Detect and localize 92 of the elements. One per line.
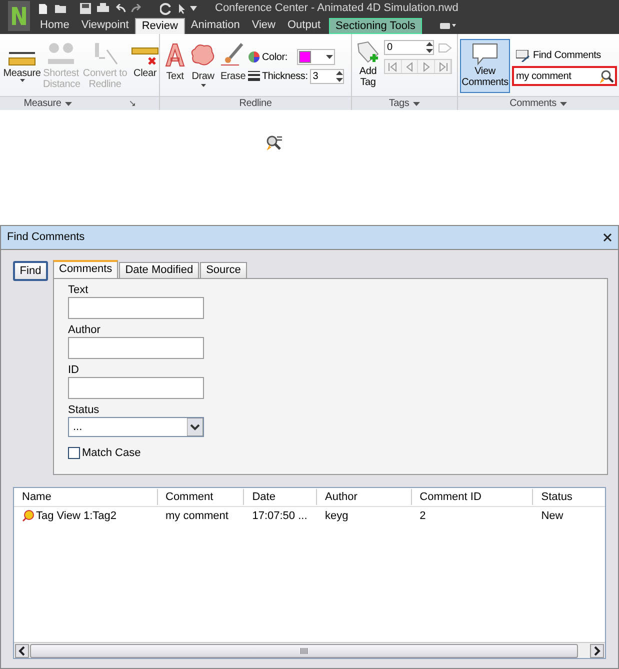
spin-arrows-icon [336, 71, 343, 82]
caret-icon[interactable] [200, 84, 206, 87]
ribbon-tab[interactable]: Output [282, 18, 327, 34]
search-icon [266, 135, 284, 151]
input-field[interactable] [68, 337, 204, 359]
group-label: Measure [24, 97, 62, 111]
window-title: Conference Center - Animated 4D Simulation.nwd [215, 1, 458, 16]
scroll-right-icon[interactable] [590, 644, 604, 658]
caret-icon[interactable] [65, 102, 72, 106]
color-label: Color: [262, 50, 288, 64]
find-button[interactable]: Find [13, 261, 48, 281]
dialog-tab[interactable]: Source [200, 262, 247, 278]
app-logo-icon[interactable] [8, 1, 30, 31]
ribbon-tab[interactable]: Sectioning Tools [328, 18, 422, 34]
caret-icon[interactable] [560, 102, 568, 106]
view-comments-button[interactable]: View Comments [460, 39, 510, 93]
letter-a-icon [164, 43, 186, 67]
table-cell-text: 2 [420, 508, 426, 524]
dialog-tab[interactable]: Date Modified [119, 262, 200, 278]
column-header[interactable]: Comment [158, 489, 244, 505]
color-wheel-icon [248, 51, 260, 63]
cloud-icon [190, 43, 216, 67]
first-tag-icon[interactable] [386, 60, 399, 72]
ribbon-button[interactable]: Erase [220, 69, 246, 84]
print-icon[interactable] [97, 3, 109, 14]
column-header[interactable]: Author [316, 489, 412, 505]
scroll-thumb[interactable] [30, 644, 578, 658]
checkbox-label: Match Case [82, 446, 141, 461]
dialog-launcher-icon[interactable] [130, 101, 136, 106]
speech-bubble-icon [471, 42, 499, 66]
column-header[interactable]: Comment ID [412, 489, 534, 505]
table-cell-text: 17:07:50 ... [252, 508, 308, 524]
refresh-icon[interactable] [160, 2, 172, 14]
caret-icon [326, 55, 334, 59]
thickness-spinner[interactable]: 3 [310, 69, 344, 84]
undo-icon[interactable] [115, 4, 126, 13]
comment-pin-icon [22, 510, 34, 522]
camera-icon[interactable] [440, 23, 456, 29]
tag-number-spinner[interactable]: 0 [384, 40, 434, 55]
folder-icon[interactable] [54, 3, 68, 14]
input-field[interactable] [68, 297, 204, 319]
field-label: Text [68, 283, 90, 297]
group-label: Tags [388, 97, 410, 111]
ribbon-button[interactable]: Clear [132, 68, 158, 79]
scroll-left-icon[interactable] [15, 644, 29, 658]
grip-icon [300, 648, 308, 654]
table-cell-text: my comment [166, 508, 228, 524]
new-file-icon[interactable] [38, 2, 48, 14]
group-label: Comments [510, 97, 556, 111]
dialog-tab[interactable]: Comments [53, 260, 118, 278]
comment-search-field[interactable]: my comment [512, 66, 617, 86]
save-icon[interactable] [80, 3, 91, 14]
color-dropdown[interactable] [297, 49, 336, 65]
column-header[interactable]: Date [244, 489, 317, 505]
group-label: Redline [239, 97, 272, 111]
find-comment-icon [516, 50, 530, 62]
ribbon-button[interactable]: Draw [192, 69, 214, 84]
table-cell-text: Tag View 1:Tag2 [36, 508, 117, 524]
ribbon-button[interactable]: Add Tag [356, 66, 380, 88]
column-header[interactable]: Name [14, 489, 158, 505]
table-cell-text: New [541, 508, 564, 524]
status-dropdown[interactable]: ... [68, 417, 204, 437]
caret-icon[interactable] [413, 102, 420, 106]
line-weight-icon [248, 71, 260, 82]
brush-icon [220, 43, 246, 67]
field-label: Status [68, 403, 100, 417]
dialog-title: Find Comments [7, 230, 85, 246]
redo-icon[interactable] [131, 4, 142, 13]
input-field[interactable] [68, 377, 204, 399]
ribbon-button[interactable]: Measure [3, 68, 41, 79]
caret-icon[interactable] [20, 79, 24, 82]
close-icon[interactable] [603, 233, 612, 242]
ribbon-tab[interactable]: Review [134, 18, 185, 34]
tag-add-icon [356, 40, 380, 64]
ribbon-button[interactable]: Text [166, 69, 184, 84]
ribbon-tab[interactable]: Viewpoint [75, 18, 135, 34]
horizontal-scrollbar[interactable] [14, 642, 605, 658]
caret-icon[interactable] [190, 6, 197, 11]
search-icon[interactable] [600, 69, 614, 83]
field-label: Author [68, 323, 102, 337]
ribbon-tab[interactable]: Home [34, 18, 76, 34]
caret-icon [187, 418, 203, 436]
checkbox[interactable] [68, 447, 80, 460]
table-cell-text: keyg [324, 508, 348, 524]
ribbon-tab[interactable]: View [246, 18, 282, 34]
thickness-label: Thickness: [262, 70, 308, 84]
ribbon-tab[interactable]: Animation [184, 18, 246, 34]
cursor-icon[interactable] [178, 2, 186, 14]
find-comments-label[interactable]: Find Comments [533, 48, 601, 63]
field-label: ID [68, 363, 80, 377]
spin-arrows-icon [426, 42, 433, 53]
column-header[interactable]: Status [533, 489, 606, 505]
